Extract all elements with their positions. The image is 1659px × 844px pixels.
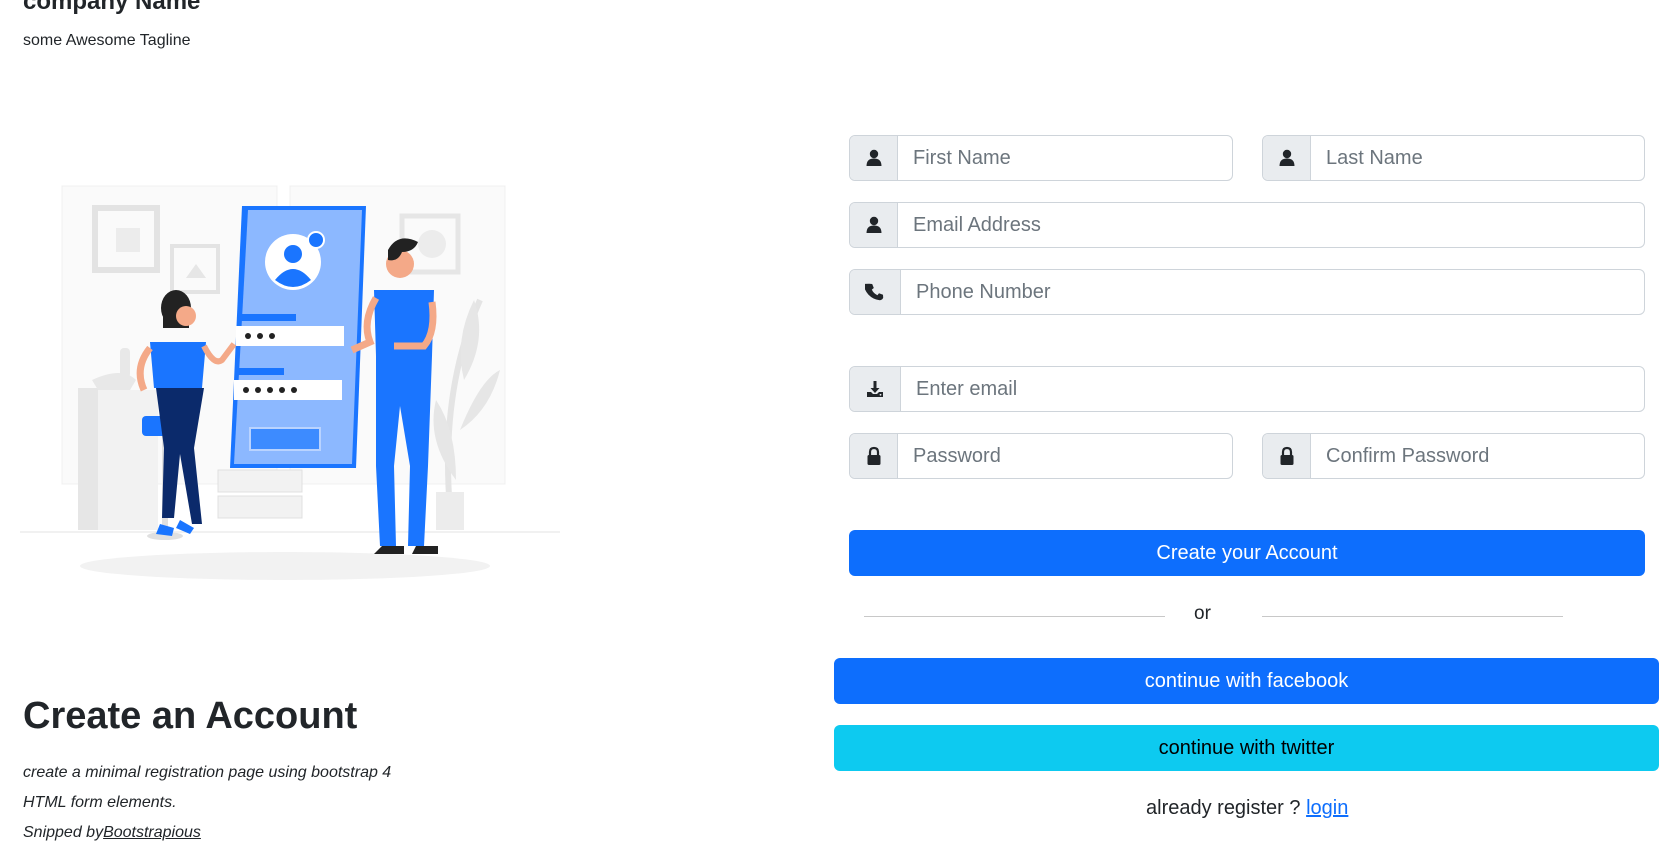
credit-prefix: Snipped by <box>23 824 104 841</box>
twitter-login-button[interactable]: continue with twitter <box>834 725 1659 771</box>
login-prompt-text: already register ? <box>1146 797 1301 819</box>
hero-description: create a minimal registration page using… <box>23 758 443 844</box>
confirm-password-input[interactable] <box>1311 434 1644 478</box>
login-prompt-row: already register ? login <box>1146 796 1348 820</box>
password-field <box>849 433 1233 479</box>
last-name-field <box>1262 135 1645 181</box>
hero-credit: Snipped byBootstrapious <box>23 818 443 844</box>
hero-description-line-1: create a minimal registration page using… <box>23 764 392 781</box>
user-icon <box>850 203 898 247</box>
enter-email-input[interactable] <box>901 367 1644 411</box>
first-name-field <box>849 135 1233 181</box>
brand-name: company Name <box>23 0 201 15</box>
hero-description-line-2: HTML form elements. <box>23 794 177 811</box>
login-link[interactable]: login <box>1306 797 1348 819</box>
password-input[interactable] <box>898 434 1232 478</box>
credit-link[interactable]: Bootstrapious <box>103 824 201 841</box>
lock-icon <box>1263 434 1311 478</box>
confirm-password-field <box>1262 433 1645 479</box>
signup-illustration <box>20 185 560 580</box>
first-name-input[interactable] <box>898 136 1232 180</box>
facebook-login-button[interactable]: continue with facebook <box>834 658 1659 704</box>
user-icon <box>850 136 898 180</box>
phone-number-input[interactable] <box>901 270 1644 314</box>
create-account-button[interactable]: Create your Account <box>849 530 1645 576</box>
phone-icon <box>850 270 901 314</box>
brand-tagline: some Awesome Tagline <box>23 32 191 49</box>
user-icon <box>1263 136 1311 180</box>
download-icon <box>850 367 901 411</box>
divider-line-left <box>864 616 1165 617</box>
enter-email-field <box>849 366 1645 412</box>
divider-or: or <box>1194 603 1211 624</box>
email-address-field <box>849 202 1645 248</box>
lock-icon <box>850 434 898 478</box>
page-title: Create an Account <box>23 695 358 737</box>
divider-line-right <box>1262 616 1563 617</box>
email-address-input[interactable] <box>898 203 1644 247</box>
phone-number-field <box>849 269 1645 315</box>
last-name-input[interactable] <box>1311 136 1644 180</box>
